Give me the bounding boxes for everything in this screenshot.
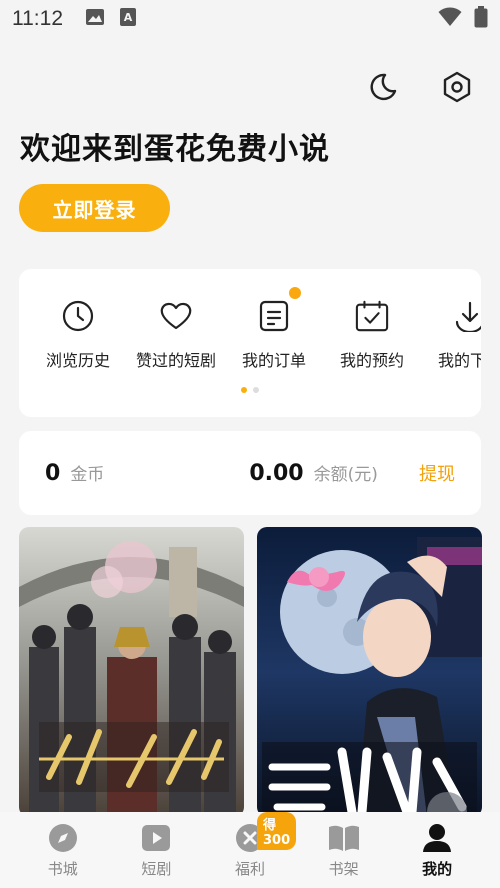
welcome-title: 欢迎来到蛋花免费小说 <box>20 132 330 167</box>
tab-welfare[interactable]: 得300 福利 <box>215 811 297 879</box>
user-icon <box>421 822 453 854</box>
wifi-icon <box>438 7 462 32</box>
balance-label: 余额(元) <box>313 465 378 485</box>
download-icon <box>453 297 481 335</box>
quick-item-history[interactable]: 浏览历史 <box>29 297 127 371</box>
tab-label: 书架 <box>328 859 359 878</box>
tab-bookshelf[interactable]: 书架 <box>309 822 379 879</box>
withdraw-button[interactable]: 提现 <box>419 460 455 486</box>
quick-item-liked-dramas[interactable]: 赞过的短剧 <box>127 297 225 371</box>
image-icon <box>85 7 105 31</box>
coins-section[interactable]: 0 金币 <box>45 460 104 486</box>
quick-actions-row: 浏览历史 赞过的短剧 我的订单 我的预约 我的下载 <box>29 287 481 371</box>
wallet-card: 0 金币 0.00 余额(元) 提现 <box>19 431 481 515</box>
bottom-tab-bar: 书城 短剧 得300 福利 书架 我的 <box>0 811 500 888</box>
pager-dot-active <box>241 387 247 393</box>
calendar-check-icon <box>355 297 389 335</box>
pager-dot <box>253 387 259 393</box>
quick-item-label: 我的订单 <box>241 351 306 370</box>
quick-item-label: 我的预约 <box>339 351 404 370</box>
quick-item-orders[interactable]: 我的订单 <box>225 287 323 371</box>
tab-bookstore[interactable]: 书城 <box>28 822 98 879</box>
battery-icon <box>474 5 488 33</box>
quick-item-downloads[interactable]: 我的下载 <box>421 297 481 371</box>
quick-item-label: 我的下载 <box>437 351 481 370</box>
play-icon <box>140 822 172 854</box>
quick-item-reservations[interactable]: 我的预约 <box>323 297 421 371</box>
top-actions <box>366 70 474 104</box>
order-icon <box>257 297 291 335</box>
quick-actions-pager <box>19 387 481 393</box>
quick-actions-card: 浏览历史 赞过的短剧 我的订单 我的预约 我的下载 <box>19 269 481 417</box>
book-cover-ditan[interactable] <box>257 527 482 817</box>
welfare-badge: 得300 <box>256 811 297 850</box>
tab-label: 短剧 <box>141 859 172 878</box>
coins-value: 0 <box>45 461 61 486</box>
status-time: 11:12 <box>12 7 63 30</box>
tab-mine[interactable]: 我的 <box>402 822 472 879</box>
tab-label: 我的 <box>422 859 453 878</box>
settings-icon[interactable] <box>440 70 474 104</box>
compass-icon <box>47 822 79 854</box>
svg-text:A: A <box>124 11 133 24</box>
quick-item-label: 浏览历史 <box>45 351 110 370</box>
balance-section[interactable]: 0.00 余额(元) <box>249 460 378 486</box>
tab-label: 福利 <box>234 859 265 878</box>
moon-icon[interactable] <box>366 70 400 104</box>
balance-value: 0.00 <box>249 461 304 486</box>
quick-item-label: 赞过的短剧 <box>135 351 216 370</box>
tab-short-dramas[interactable]: 短剧 <box>121 822 191 879</box>
book-icon <box>328 822 360 854</box>
book-cover-minguo[interactable] <box>19 527 244 817</box>
notification-dot <box>289 287 301 299</box>
status-bar: 11:12 A <box>0 0 500 38</box>
heart-icon <box>159 297 193 335</box>
coins-label: 金币 <box>70 465 105 485</box>
font-a-icon: A <box>119 7 137 32</box>
login-button[interactable]: 立即登录 <box>19 184 170 232</box>
tab-label: 书城 <box>47 859 78 878</box>
clock-icon <box>61 297 95 335</box>
